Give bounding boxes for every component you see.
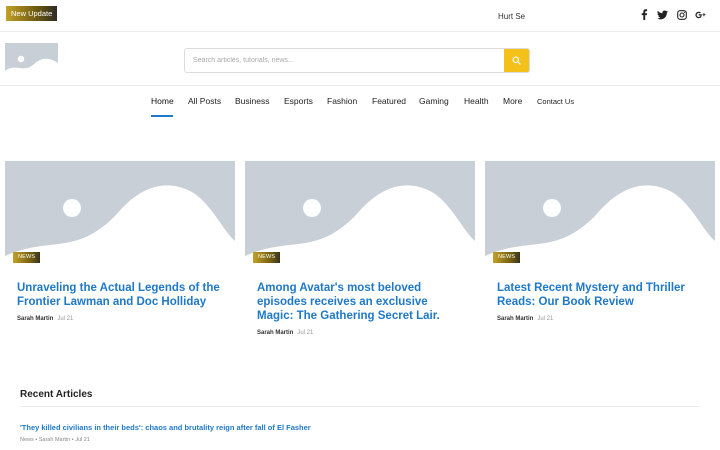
news-ticker[interactable]: Hurt Se — [498, 12, 525, 21]
article-thumbnail[interactable]: NEWS — [485, 161, 715, 271]
article-thumbnail[interactable]: NEWS — [245, 161, 475, 271]
nav-item-business[interactable]: Business — [235, 96, 270, 106]
nav-active-indicator — [151, 115, 173, 117]
article-title[interactable]: Among Avatar's most beloved episodes rec… — [245, 281, 475, 323]
recent-article-title[interactable]: 'They killed civilians in their beds': c… — [20, 423, 311, 432]
author-name[interactable]: Sarah Martin — [17, 316, 53, 322]
article-meta: Sarah Martin Jul 21 — [5, 316, 235, 322]
social-links — [638, 9, 706, 20]
post-date: Jul 21 — [297, 330, 314, 336]
top-bar: New Update Hurt Se — [0, 0, 720, 32]
nav-item-featured[interactable]: Featured — [372, 96, 406, 106]
category-badge[interactable]: NEWS — [493, 252, 521, 263]
article-card[interactable]: NEWS Unraveling the Actual Legends of th… — [5, 161, 235, 322]
image-placeholder-icon — [5, 43, 58, 78]
post-date: Jul 21 — [57, 316, 74, 322]
recent-article-meta: News • Sarah Martin • Jul 21 — [20, 437, 90, 443]
nav-item-contact-us[interactable]: Contact Us — [537, 97, 574, 106]
category-badge[interactable]: NEWS — [13, 252, 41, 263]
article-thumbnail[interactable]: NEWS — [5, 161, 235, 271]
article-title[interactable]: Latest Recent Mystery and Thriller Reads… — [485, 281, 715, 309]
author-name[interactable]: Sarah Martin — [497, 316, 533, 322]
nav-item-fashion[interactable]: Fashion — [327, 96, 357, 106]
post-date: Jul 21 — [537, 316, 554, 322]
recent-articles-heading: Recent Articles — [20, 389, 93, 400]
google-plus-icon[interactable] — [695, 9, 706, 20]
article-meta: Sarah Martin Jul 21 — [485, 316, 715, 322]
main-nav: Home All Posts Business Esports Fashion … — [0, 86, 720, 118]
site-logo[interactable] — [5, 43, 58, 78]
nav-item-gaming[interactable]: Gaming — [419, 96, 449, 106]
article-card[interactable]: NEWS Among Avatar's most beloved episode… — [245, 161, 475, 336]
nav-item-health[interactable]: Health — [464, 96, 489, 106]
search-bar — [184, 48, 530, 73]
instagram-icon[interactable] — [676, 9, 687, 20]
article-card[interactable]: NEWS Latest Recent Mystery and Thriller … — [485, 161, 715, 322]
new-update-badge: New Update — [6, 6, 58, 21]
article-meta: Sarah Martin Jul 21 — [245, 330, 475, 336]
nav-item-home[interactable]: Home — [151, 96, 174, 106]
divider — [20, 406, 700, 407]
search-input[interactable] — [185, 49, 505, 72]
twitter-icon[interactable] — [657, 9, 668, 20]
site-header — [0, 32, 720, 86]
nav-item-more[interactable]: More — [503, 96, 522, 106]
nav-item-esports[interactable]: Esports — [284, 96, 313, 106]
facebook-icon[interactable] — [638, 9, 649, 20]
article-title[interactable]: Unraveling the Actual Legends of the Fro… — [5, 281, 235, 309]
nav-item-all-posts[interactable]: All Posts — [188, 96, 221, 106]
author-name[interactable]: Sarah Martin — [257, 330, 293, 336]
category-badge[interactable]: NEWS — [253, 252, 281, 263]
search-button[interactable] — [504, 49, 529, 72]
search-icon — [512, 56, 521, 65]
